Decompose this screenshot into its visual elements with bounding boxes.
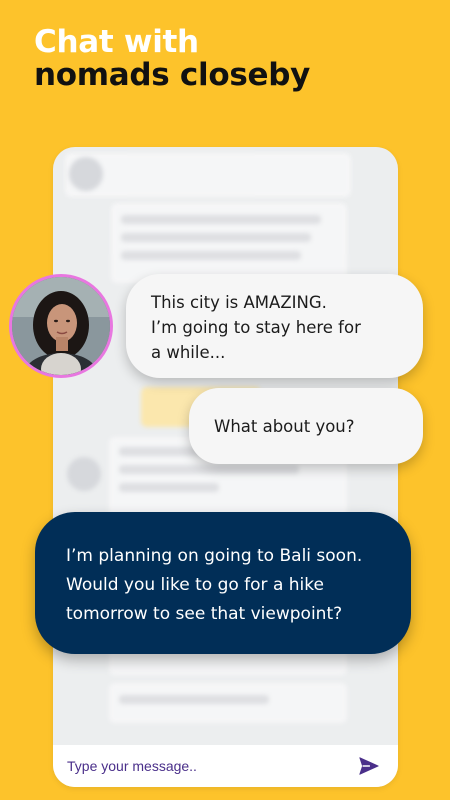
message-input[interactable] [67,758,327,774]
avatar [9,274,113,378]
avatar-portrait [12,277,110,375]
incoming-message-bubble: This city is AMAZING. I’m going to stay … [126,274,423,378]
blurred-text-line [121,233,311,242]
blurred-text-line [121,215,321,224]
headline: Chat with nomads closeby [34,26,310,92]
blurred-text-line [119,695,269,704]
blurred-avatar [69,157,103,191]
blurred-chat-header [65,153,351,197]
incoming-message-bubble: What about you? [189,388,423,464]
blurred-text-line [119,465,299,474]
phone-chat-screen [53,147,398,787]
send-icon[interactable] [358,755,380,777]
blurred-text-line [121,251,301,260]
blurred-avatar [67,457,101,491]
message-composer [53,745,398,787]
outgoing-message-bubble: I’m planning on going to Bali soon. Woul… [35,512,411,654]
headline-line-1: Chat with [34,24,199,60]
headline-line-2: nomads closeby [34,57,310,93]
blurred-text-line [119,483,219,492]
